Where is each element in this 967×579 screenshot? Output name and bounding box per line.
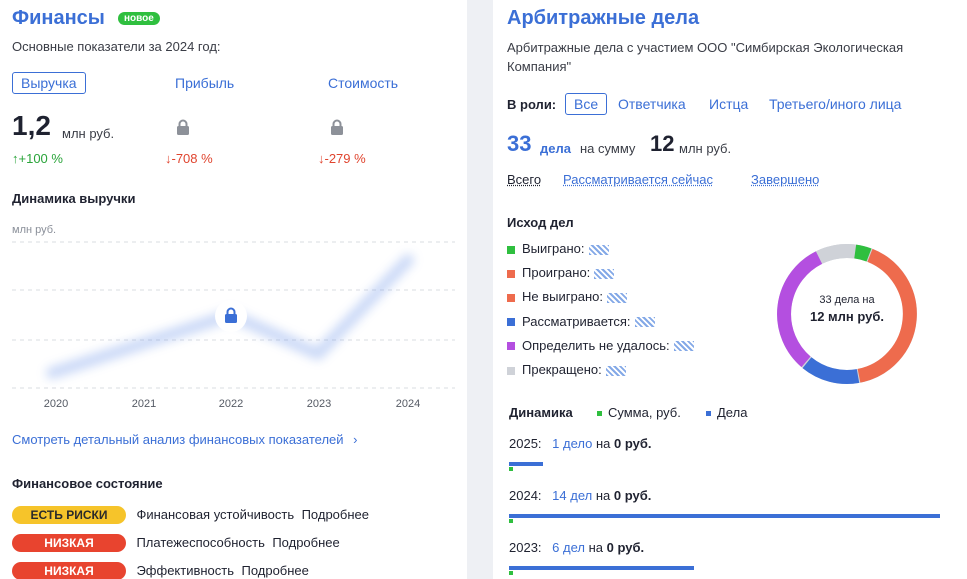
donut-segment-pending xyxy=(802,357,860,384)
hidden-value-pattern xyxy=(606,292,627,303)
chart-title: Динамика выручки xyxy=(12,191,136,206)
x-tick-label: 2021 xyxy=(132,398,156,410)
outcome-label: Не выиграно: xyxy=(522,289,603,305)
outcome-swatch xyxy=(507,318,515,327)
sum-value: 12 xyxy=(650,131,675,156)
finance-subtitle: Основные показатели за 2024 год: xyxy=(12,39,221,54)
filter-all[interactable]: Всего xyxy=(507,172,541,187)
hidden-value-pattern xyxy=(594,268,615,279)
profit-change: ↓-708 % xyxy=(165,151,213,166)
donut-segment-terminated xyxy=(816,244,855,264)
role-label: В роли: xyxy=(507,97,557,112)
x-tick-label: 2022 xyxy=(219,398,243,410)
sum-unit: млн руб. xyxy=(679,141,732,156)
outcome-label: Рассматривается: xyxy=(522,313,631,329)
finance-panel: Финансы новое Основные показатели за 202… xyxy=(0,0,467,579)
tab-cost[interactable]: Стоимость xyxy=(328,75,398,91)
legend-sum: Сумма, руб. xyxy=(597,405,681,420)
state-label: Эффективность xyxy=(136,563,235,578)
state-title: Финансовое состояние xyxy=(12,476,163,491)
cases-bar xyxy=(509,514,940,518)
legend-cases-swatch xyxy=(706,411,711,417)
filter-active[interactable]: Рассматривается сейчас xyxy=(563,172,713,187)
sum-label: на сумму xyxy=(580,141,636,156)
analysis-link[interactable]: Смотреть детальный анализ финансовых пок… xyxy=(12,432,358,447)
outcome-title: Исход дел xyxy=(507,215,574,230)
revenue-unit: млн руб. xyxy=(62,126,115,141)
filter-finished[interactable]: Завершено xyxy=(751,172,819,187)
donut-segment-won xyxy=(854,244,872,262)
details-link[interactable]: Подробнее xyxy=(302,507,369,522)
hidden-value-pattern xyxy=(588,244,609,255)
outcome-row: Рассматривается: xyxy=(507,314,655,329)
outcome-swatch xyxy=(507,245,515,254)
donut-caption-line2: 12 млн руб. xyxy=(809,309,885,324)
outcome-label: Прекращено: xyxy=(522,362,602,377)
hidden-value-pattern xyxy=(673,341,694,352)
outcome-swatch xyxy=(507,342,515,351)
year-row-2023: 2023: 6 дел на 0 руб. xyxy=(509,540,645,555)
cases-count[interactable]: 33 xyxy=(507,131,531,157)
sum-bar xyxy=(509,571,513,575)
lock-icon xyxy=(176,119,190,140)
tab-revenue[interactable]: Выручка xyxy=(12,72,86,94)
outcome-swatch xyxy=(507,366,515,375)
outcome-row: Не выиграно: xyxy=(507,289,627,304)
outcome-label: Проиграно: xyxy=(522,265,591,281)
outcome-row: Определить не удалось: xyxy=(507,338,694,353)
role-third-party[interactable]: Третьего/иного лица xyxy=(769,96,901,112)
sum-bar xyxy=(509,519,513,523)
outcome-swatch xyxy=(507,269,515,278)
state-row: НИЗКАЯ Эффективность Подробнее xyxy=(12,562,309,579)
revenue-value: 1,2 xyxy=(12,110,51,141)
year-cases-link[interactable]: 6 дел xyxy=(552,540,585,555)
legend-cases: Дела xyxy=(706,405,747,420)
role-plaintiff[interactable]: Истца xyxy=(709,96,748,112)
outcome-row: Выиграно: xyxy=(507,241,609,256)
sum-bar xyxy=(509,467,513,471)
cases-bar xyxy=(509,462,543,466)
hidden-value-pattern xyxy=(634,317,655,328)
state-label: Финансовая устойчивость xyxy=(136,507,295,522)
year-cases-link[interactable]: 1 дело xyxy=(552,436,592,451)
role-all[interactable]: Все xyxy=(565,93,608,115)
cost-change: ↓-279 % xyxy=(318,151,366,166)
outcome-swatch xyxy=(507,293,515,302)
arbitration-subtitle: Арбитражные дела с участием ООО "Симбирс… xyxy=(507,40,904,74)
x-tick-label: 2024 xyxy=(396,398,420,410)
state-label: Платежеспособность xyxy=(136,535,265,550)
finance-title: Финансы xyxy=(12,7,105,29)
cases-bar xyxy=(509,566,694,570)
tab-profit[interactable]: Прибыль xyxy=(175,75,234,91)
details-link[interactable]: Подробнее xyxy=(272,535,339,550)
year-cases-link[interactable]: 14 дел xyxy=(552,488,592,503)
details-link[interactable]: Подробнее xyxy=(241,563,308,578)
chevron-right-icon: › xyxy=(353,432,358,447)
year-row-2024: 2024: 14 дел на 0 руб. xyxy=(509,488,652,503)
cases-unit: дела xyxy=(540,141,571,156)
dynamics-title: Динамика xyxy=(509,405,573,420)
x-tick-label: 2023 xyxy=(307,398,331,410)
outcome-label: Определить не удалось: xyxy=(522,337,670,353)
hidden-value-pattern xyxy=(605,365,626,376)
state-row: НИЗКАЯ Платежеспособность Подробнее xyxy=(12,534,340,552)
arbitration-panel: Арбитражные дела Арбитражные дела с учас… xyxy=(493,0,967,579)
status-badge: НИЗКАЯ xyxy=(12,534,126,552)
arbitration-title: Арбитражные дела xyxy=(507,7,700,29)
revenue-change: ↑+100 % xyxy=(12,151,63,166)
status-badge: НИЗКАЯ xyxy=(12,562,126,579)
status-badge: ЕСТЬ РИСКИ xyxy=(12,506,126,524)
role-defendant[interactable]: Ответчика xyxy=(618,96,686,112)
outcome-row: Прекращено: xyxy=(507,362,626,377)
donut-caption-line1: 33 дела на xyxy=(819,294,875,306)
year-row-2025: 2025: 1 дело на 0 руб. xyxy=(509,436,652,451)
outcome-label: Выиграно: xyxy=(522,241,585,256)
lock-icon xyxy=(330,119,344,140)
state-row: ЕСТЬ РИСКИ Финансовая устойчивость Подро… xyxy=(12,506,369,524)
outcome-row: Проиграно: xyxy=(507,265,615,281)
revenue-chart: 2020 2021 2022 2023 2024 xyxy=(12,241,455,410)
new-badge: новое xyxy=(118,12,160,25)
legend-sum-swatch xyxy=(597,411,602,417)
x-tick-label: 2020 xyxy=(44,398,68,410)
